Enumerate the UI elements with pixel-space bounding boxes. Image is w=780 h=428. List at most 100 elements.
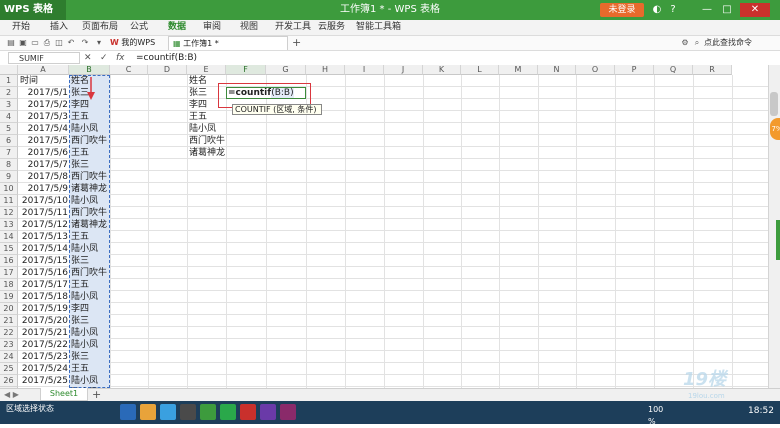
cell-a[interactable]: 2017/5/18 <box>20 291 68 303</box>
row-header[interactable]: 4 <box>0 111 18 123</box>
cell-a[interactable]: 2017/5/23 <box>20 351 68 363</box>
cell-a[interactable]: 2017/5/7 <box>20 159 68 171</box>
row-header[interactable]: 14 <box>0 231 18 243</box>
tab-my-wps[interactable]: W 我的WPS <box>110 36 166 50</box>
column-header[interactable]: E <box>187 65 226 75</box>
column-header[interactable]: O <box>576 65 615 75</box>
chevron-down-icon[interactable]: ▾ <box>94 36 104 50</box>
cell-a[interactable]: 2017/5/3 <box>20 111 68 123</box>
cell-b[interactable]: 西门吹牛 <box>71 267 109 279</box>
row-header[interactable]: 15 <box>0 243 18 255</box>
column-header[interactable]: G <box>266 65 306 75</box>
cell-b[interactable]: 诸葛神龙 <box>71 219 109 231</box>
row-header[interactable]: 9 <box>0 171 18 183</box>
cell-a[interactable]: 2017/5/21 <box>20 327 68 339</box>
add-sheet-button[interactable]: + <box>92 388 104 401</box>
search-icon[interactable]: ⌕ <box>692 36 702 50</box>
cell-b[interactable]: 陆小凤 <box>71 123 109 135</box>
cell-b[interactable]: 王五 <box>71 111 109 123</box>
cell-b[interactable]: 诸葛神龙 <box>71 183 109 195</box>
select-all-corner[interactable] <box>0 65 18 75</box>
command-search[interactable]: 点此查找命令 <box>704 36 780 50</box>
cell-a[interactable]: 2017/5/20 <box>20 315 68 327</box>
row-header[interactable]: 24 <box>0 351 18 363</box>
cell-a[interactable]: 2017/5/13 <box>20 231 68 243</box>
cell-a[interactable]: 2017/5/1 <box>20 87 68 99</box>
cell-b[interactable]: 陆小凤 <box>71 291 109 303</box>
cell-a[interactable]: 2017/5/2 <box>20 99 68 111</box>
minimize-icon[interactable]: — <box>700 3 714 17</box>
row-header[interactable]: 25 <box>0 363 18 375</box>
menu-insert[interactable]: 插入 <box>50 20 68 35</box>
taskbar-folder-icon[interactable] <box>140 404 156 420</box>
cell-a[interactable]: 2017/5/4 <box>20 123 68 135</box>
cell-b[interactable]: 王五 <box>71 279 109 291</box>
new-file-icon[interactable]: ▤ <box>6 36 16 50</box>
cell-b[interactable]: 西门吹牛 <box>71 171 109 183</box>
row-header[interactable]: 10 <box>0 183 18 195</box>
column-header[interactable]: R <box>693 65 732 75</box>
cell-b[interactable]: 张三 <box>71 315 109 327</box>
cell-a[interactable]: 2017/5/9 <box>20 183 68 195</box>
cell-b[interactable]: 李四 <box>71 303 109 315</box>
cell-a[interactable]: 2017/5/14 <box>20 243 68 255</box>
taskbar-app4-icon[interactable] <box>260 404 276 420</box>
cell-a[interactable]: 2017/5/8 <box>20 171 68 183</box>
cell-b[interactable]: 陆小凤 <box>71 195 109 207</box>
row-header[interactable]: 6 <box>0 135 18 147</box>
row-header[interactable]: 18 <box>0 279 18 291</box>
app-menu-button[interactable]: WPS 表格 <box>0 0 66 20</box>
menu-developer[interactable]: 开发工具 <box>275 20 311 35</box>
cell-a[interactable]: 2017/5/15 <box>20 255 68 267</box>
side-panel-handle[interactable] <box>776 220 780 260</box>
cell-b[interactable]: 陆小凤 <box>71 375 109 387</box>
row-header[interactable]: 11 <box>0 195 18 207</box>
column-header[interactable]: A <box>18 65 69 75</box>
row-header[interactable]: 2 <box>0 87 18 99</box>
save-icon[interactable]: ▣ <box>18 36 28 50</box>
row-header[interactable]: 19 <box>0 291 18 303</box>
cell-b[interactable]: 张三 <box>71 351 109 363</box>
row-header[interactable]: 26 <box>0 375 18 387</box>
open-icon[interactable]: ▭ <box>30 36 40 50</box>
cell-b[interactable]: 王五 <box>71 231 109 243</box>
cell-a[interactable]: 时间 <box>20 75 68 87</box>
column-header[interactable]: P <box>615 65 654 75</box>
menu-data[interactable]: 数据 <box>168 20 186 35</box>
menu-home[interactable]: 开始 <box>12 20 30 35</box>
name-box[interactable]: SUMIF <box>8 52 80 64</box>
row-header[interactable]: 20 <box>0 303 18 315</box>
row-header[interactable]: 13 <box>0 219 18 231</box>
column-header[interactable]: J <box>384 65 423 75</box>
close-icon[interactable]: ✕ <box>740 3 770 17</box>
row-header[interactable]: 16 <box>0 255 18 267</box>
skin-icon[interactable]: ◐ <box>650 3 664 17</box>
scroll-thumb[interactable] <box>770 92 778 116</box>
cell-a[interactable]: 2017/5/17 <box>20 279 68 291</box>
column-header[interactable]: F <box>226 65 266 75</box>
column-header[interactable]: K <box>423 65 461 75</box>
taskbar-app5-icon[interactable] <box>280 404 296 420</box>
undo-icon[interactable]: ↶ <box>66 36 76 50</box>
column-header[interactable]: C <box>110 65 148 75</box>
menu-formula[interactable]: 公式 <box>130 20 148 35</box>
cell-a[interactable]: 2017/5/10 <box>20 195 68 207</box>
help-icon[interactable]: ? <box>666 3 680 17</box>
cell-a[interactable]: 2017/5/25 <box>20 375 68 387</box>
cell-a[interactable]: 2017/5/22 <box>20 339 68 351</box>
row-header[interactable]: 17 <box>0 267 18 279</box>
cell-e[interactable]: 王五 <box>189 111 225 123</box>
taskbar-app2-icon[interactable] <box>180 404 196 420</box>
row-header[interactable]: 1 <box>0 75 18 87</box>
column-header[interactable]: B <box>69 65 110 75</box>
print-icon[interactable]: ⎙ <box>42 36 52 50</box>
taskbar-wps-icon[interactable] <box>200 404 216 420</box>
row-header[interactable]: 21 <box>0 315 18 327</box>
row-header[interactable]: 7 <box>0 147 18 159</box>
menu-page-layout[interactable]: 页面布局 <box>82 20 118 35</box>
taskbar-app3-icon[interactable] <box>240 404 256 420</box>
active-cell-f2[interactable]: =countif(B:B) <box>226 87 306 99</box>
cell-a[interactable]: 2017/5/12 <box>20 219 68 231</box>
taskbar-app-icon[interactable] <box>120 404 136 420</box>
formula-input[interactable]: =countif(B:B) <box>136 51 736 65</box>
